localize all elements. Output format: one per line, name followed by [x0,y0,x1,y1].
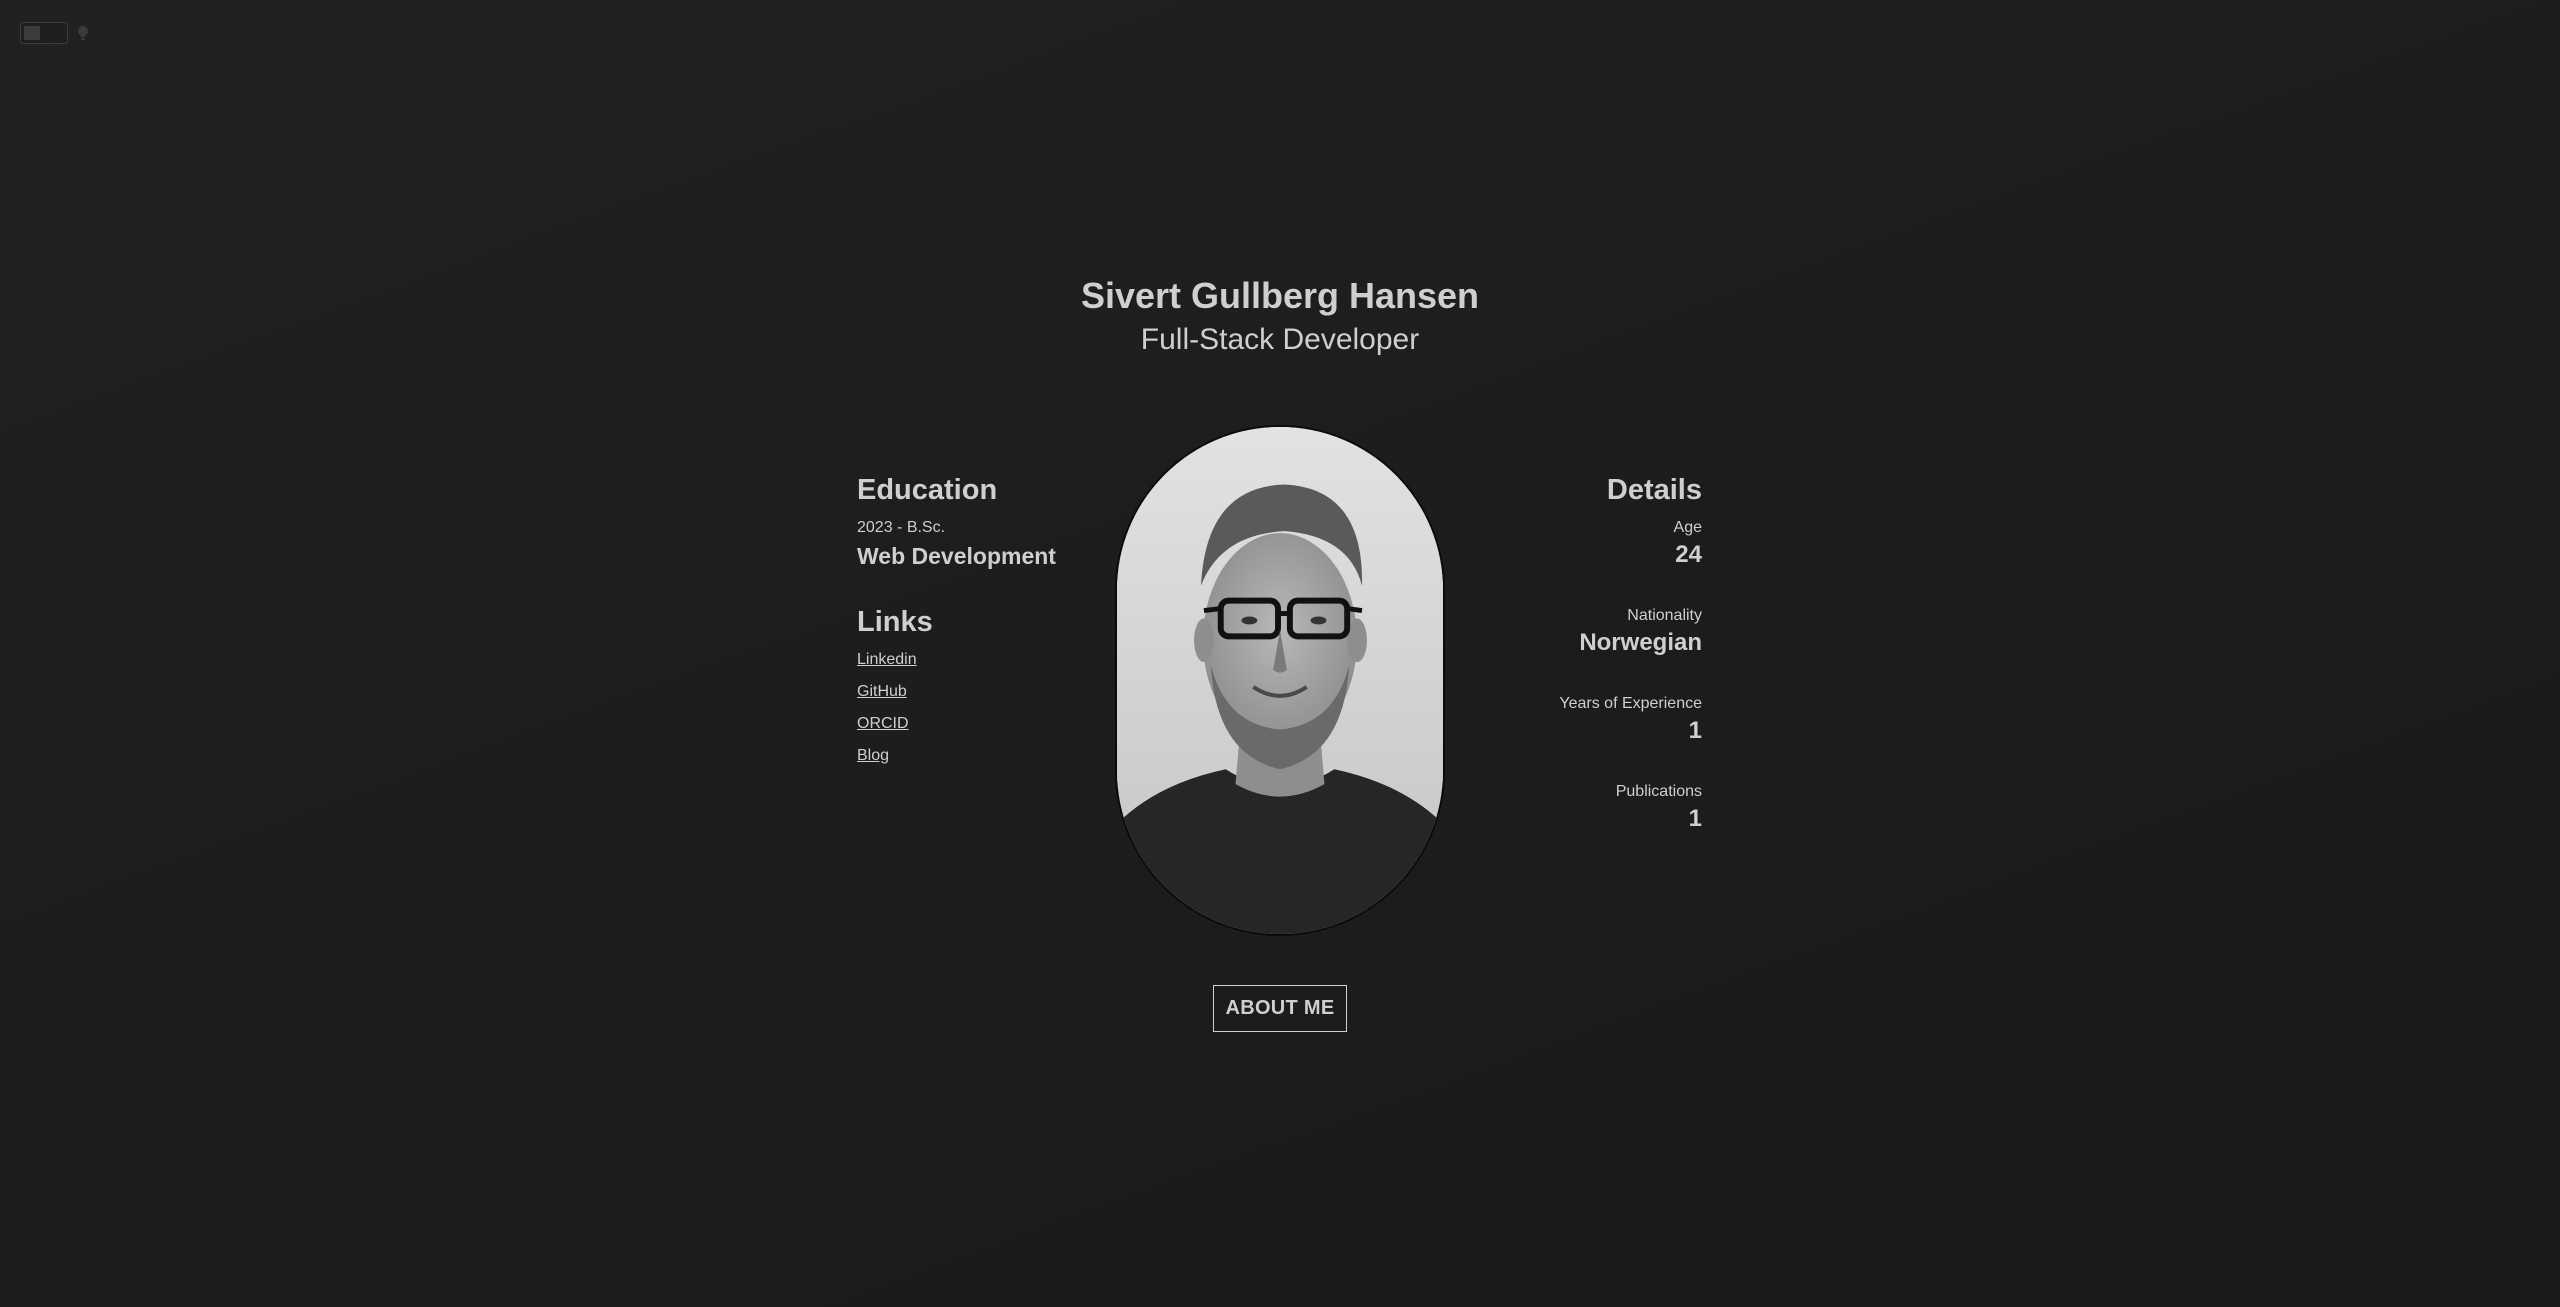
link-orcid[interactable]: ORCID [857,714,909,734]
theme-toggle-knob [24,26,40,40]
about-me-button[interactable]: ABOUT ME [1213,985,1347,1032]
education-heading: Education [857,474,998,506]
link-github[interactable]: GitHub [857,682,907,702]
detail-label: Publications [1615,783,1702,800]
link-linkedin[interactable]: Linkedin [857,650,917,670]
education-degree: Web Development [857,543,1056,569]
detail-label: Years of Experience [1559,695,1702,712]
detail-experience: Years of Experience 1 [1442,694,1702,746]
detail-nationality: Nationality Norwegian [1442,606,1702,658]
detail-value: Norwegian [1579,629,1702,656]
detail-age: Age 24 [1442,518,1702,570]
detail-value: 24 [1675,541,1702,568]
lightbulb-icon[interactable] [76,25,90,41]
link-blog[interactable]: Blog [857,746,889,766]
detail-value: 1 [1688,717,1702,744]
details-heading: Details [1606,474,1702,506]
links-heading: Links [857,606,933,638]
detail-value: 1 [1688,805,1702,832]
page-header: Sivert Gullberg Hansen Full-Stack Develo… [0,272,2560,360]
profile-photo [1115,425,1445,936]
education-year: 2023 - B.Sc. [857,519,946,536]
person-name: Sivert Gullberg Hansen [1080,275,1480,316]
job-title: Full-Stack Developer [1140,323,1420,356]
right-column: Details Age 24 Nationality Norwegian Yea… [1442,470,1702,834]
detail-label: Nationality [1627,607,1702,624]
detail-label: Age [1673,519,1702,536]
theme-toggle-switch[interactable] [20,22,68,44]
theme-toggle[interactable] [20,22,90,44]
detail-publications: Publications 1 [1442,782,1702,834]
left-column: Education 2023 - B.Sc. Web Development L… [857,470,1087,766]
